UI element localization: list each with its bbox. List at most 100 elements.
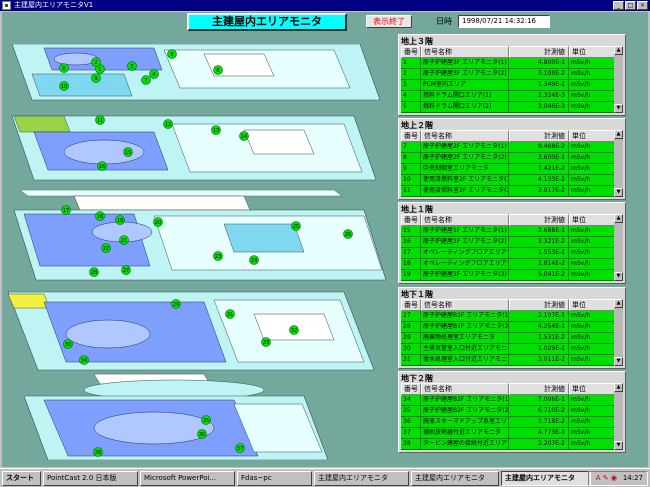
- monitor-marker[interactable]: 10: [59, 81, 69, 91]
- column-header-name[interactable]: 信号名称: [421, 214, 509, 226]
- monitor-marker[interactable]: 31: [225, 309, 235, 319]
- monitor-marker[interactable]: 32: [289, 325, 299, 335]
- table-row[interactable]: 27 原子炉建屋B1F エリアモニタ(1) 2.107E-1 mSv/h: [401, 311, 615, 322]
- floor-plan-b1f[interactable]: [7, 291, 375, 371]
- monitor-marker[interactable]: 5: [167, 49, 177, 59]
- column-header-value[interactable]: 計測値: [509, 299, 569, 311]
- table-row[interactable]: 31 復水処理室入口付近エリアモニタ 3.011E-2 mSv/h: [401, 355, 615, 366]
- column-header-name[interactable]: 信号名称: [421, 383, 509, 395]
- table-row[interactable]: 4 燃料ドラム開口エリア(1) 2.324E-3 mSv/h: [401, 91, 615, 102]
- scroll-up-arrow-icon[interactable]: ▲: [614, 130, 623, 139]
- monitor-marker[interactable]: 14: [239, 131, 249, 141]
- floor-plan-3f[interactable]: [11, 44, 381, 101]
- scroll-track[interactable]: [614, 55, 623, 104]
- column-header-name[interactable]: 信号名称: [421, 130, 509, 142]
- table-row[interactable]: 28 原子炉建屋B1F エリアモニタ(2) 4.254E-1 mSv/h: [401, 322, 615, 333]
- scroll-down-arrow-icon[interactable]: ▼: [614, 357, 623, 366]
- monitor-marker[interactable]: 13: [211, 125, 221, 135]
- taskbar-item-pointcast[interactable]: PointCast 2.0 日本版: [43, 470, 138, 486]
- column-header-name[interactable]: 信号名称: [421, 46, 509, 58]
- column-header-unit[interactable]: 単位: [569, 214, 615, 226]
- monitor-marker[interactable]: 15: [123, 147, 133, 157]
- column-header-value[interactable]: 計測値: [509, 46, 569, 58]
- column-header-name[interactable]: 信号名称: [421, 299, 509, 311]
- monitor-marker[interactable]: 22: [101, 243, 111, 253]
- scroll-down-arrow-icon[interactable]: ▼: [614, 272, 623, 281]
- table-row[interactable]: 11 使用済燃料室2F エリアモニタ(2) 2.917E-2 mSv/h: [401, 186, 615, 197]
- table-row[interactable]: 1 原子炉建屋3F エリアモニタ(1) 4.800E-1 mSv/h: [401, 58, 615, 69]
- column-header-value[interactable]: 計測値: [509, 214, 569, 226]
- monitor-marker[interactable]: 23: [213, 251, 223, 261]
- monitor-marker[interactable]: 7: [141, 75, 151, 85]
- taskbar-item-monitor-1[interactable]: 主建屋内エリアモニタ: [314, 470, 409, 486]
- column-header-no[interactable]: 番号: [401, 46, 421, 58]
- scroll-track[interactable]: [614, 308, 623, 357]
- monitor-marker[interactable]: 2: [91, 57, 101, 67]
- monitor-marker[interactable]: 16: [97, 161, 107, 171]
- table-row[interactable]: 18オペレーティングフロアエリアモニタ(2)1.814E-2mSv/h: [401, 259, 615, 270]
- taskbar-item-powerpoint[interactable]: Microsoft PowerPoi...: [140, 470, 235, 486]
- table-row[interactable]: 30 主蒸気管室入口付近エリアモニタ 1.029E-1 mSv/h: [401, 344, 615, 355]
- table-row[interactable]: 8 原子炉建屋2F エリアモニタ(2) 3.600E-1 mSv/h: [401, 153, 615, 164]
- table-row[interactable]: 16 原子炉建屋1F エリアモニタ(2) 3.321E-2 mSv/h: [401, 237, 615, 248]
- scroll-down-arrow-icon[interactable]: ▼: [614, 188, 623, 197]
- monitor-marker[interactable]: 24: [249, 255, 259, 265]
- close-button[interactable]: ×: [637, 1, 648, 10]
- column-header-unit[interactable]: 単位: [569, 383, 615, 395]
- table-row[interactable]: 37 補助放熱器付近エリアモニタ 4.773E-1 mSv/h: [401, 428, 615, 439]
- monitor-marker[interactable]: 17: [61, 205, 71, 215]
- monitor-marker[interactable]: 9: [91, 73, 101, 83]
- monitor-marker[interactable]: 38: [93, 447, 103, 457]
- table-row[interactable]: 35 原子炉建屋B2F エリアモニタ(2) 6.710E-2 mSv/h: [401, 406, 615, 417]
- floor-plan-2f[interactable]: [11, 115, 377, 181]
- scroll-up-arrow-icon[interactable]: ▲: [614, 214, 623, 223]
- monitor-marker[interactable]: 27: [121, 265, 131, 275]
- table-row[interactable]: 36廃液スキーマドアップ系室エリアモニタ1.718E-2mSv/h: [401, 417, 615, 428]
- taskbar-item-monitor-3[interactable]: 主建屋内エリアモニタ: [501, 470, 591, 486]
- table-row[interactable]: 3 PCM室内エリア 1.349E-1 mSv/h: [401, 80, 615, 91]
- taskbar-item-monitor-2[interactable]: 主建屋内エリアモニタ: [411, 470, 499, 486]
- table-row[interactable]: 2 原子炉建屋3F エリアモニタ(2) 3.199E-2 mSv/h: [401, 69, 615, 80]
- monitor-marker[interactable]: 6: [213, 65, 223, 75]
- table-row[interactable]: 17オペレーティングフロアエリアモニタ(1)1.553E-1mSv/h: [401, 248, 615, 259]
- column-header-no[interactable]: 番号: [401, 130, 421, 142]
- monitor-marker[interactable]: 18: [95, 211, 105, 221]
- panel-scrollbar[interactable]: ▲ ▼: [614, 46, 623, 113]
- monitor-marker[interactable]: 29: [171, 299, 181, 309]
- column-header-unit[interactable]: 単位: [569, 130, 615, 142]
- window-titlebar[interactable]: 主建屋内エリアモニタV1 _ □ ×: [0, 0, 650, 11]
- scroll-down-arrow-icon[interactable]: ▼: [614, 104, 623, 113]
- taskbar-item-fdas[interactable]: Fdas~pc: [237, 470, 312, 486]
- scroll-track[interactable]: [614, 223, 623, 272]
- monitor-marker[interactable]: 37: [235, 443, 245, 453]
- column-header-no[interactable]: 番号: [401, 214, 421, 226]
- monitor-marker[interactable]: 11: [95, 115, 105, 125]
- column-header-no[interactable]: 番号: [401, 299, 421, 311]
- maximize-button[interactable]: □: [625, 1, 636, 10]
- scroll-up-arrow-icon[interactable]: ▲: [614, 46, 623, 55]
- table-row[interactable]: 7 原子炉建屋2F エリアモニタ(1) 9.468E-2 mSv/h: [401, 142, 615, 153]
- table-row[interactable]: 10 使用済燃料室2F エリアモニタ(1) 4.133E-2 mSv/h: [401, 175, 615, 186]
- exit-button[interactable]: 表示終了: [366, 15, 412, 28]
- panel-scrollbar[interactable]: ▲ ▼: [614, 214, 623, 281]
- table-row[interactable]: 38タービン建屋の接続付近エリアモニタ2.207E-2mSv/h: [401, 439, 615, 450]
- monitor-marker[interactable]: 25: [291, 221, 301, 231]
- monitor-marker[interactable]: 28: [89, 267, 99, 277]
- panel-scrollbar[interactable]: ▲ ▼: [614, 130, 623, 197]
- column-header-no[interactable]: 番号: [401, 383, 421, 395]
- panel-scrollbar[interactable]: ▲ ▼: [614, 383, 623, 450]
- monitor-marker[interactable]: 26: [343, 229, 353, 239]
- scroll-track[interactable]: [614, 139, 623, 188]
- floor-plan-b2f[interactable]: [23, 373, 329, 460]
- column-header-value[interactable]: 計測値: [509, 130, 569, 142]
- column-header-unit[interactable]: 単位: [569, 46, 615, 58]
- monitor-marker[interactable]: 12: [163, 119, 173, 129]
- monitor-marker[interactable]: 33: [261, 337, 271, 347]
- monitor-marker[interactable]: 36: [197, 429, 207, 439]
- table-row[interactable]: 15 原子炉建屋1F エリアモニタ(1) 2.688E-1 mSv/h: [401, 226, 615, 237]
- column-header-value[interactable]: 計測値: [509, 383, 569, 395]
- monitor-marker[interactable]: 19: [115, 215, 125, 225]
- scroll-down-arrow-icon[interactable]: ▼: [614, 441, 623, 450]
- scroll-up-arrow-icon[interactable]: ▲: [614, 299, 623, 308]
- monitor-marker[interactable]: 34: [79, 355, 89, 365]
